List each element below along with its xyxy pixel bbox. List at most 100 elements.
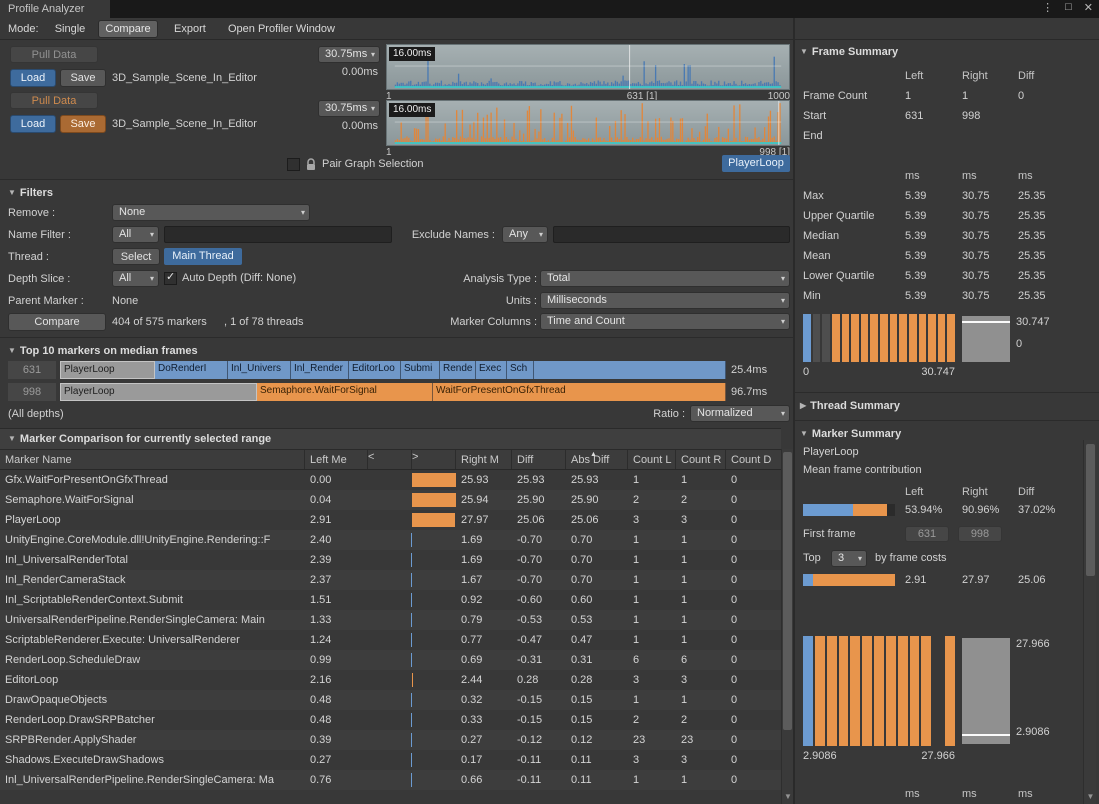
col-count-right[interactable]: Count R [676,450,726,469]
table-row[interactable]: RenderLoop.DrawSRPBatcher0.480.33-0.150.… [0,710,781,730]
table-row[interactable]: Shadows.ExecuteDrawShadows0.270.17-0.110… [0,750,781,770]
export-button[interactable]: Export [174,21,206,38]
first-frame-left-button[interactable]: 631 [905,526,949,542]
right-bigger-cell [412,710,456,730]
top10-segment[interactable]: Sch [507,361,534,379]
col-left-median[interactable]: Left Me [305,450,368,469]
left-scale-dropdown[interactable]: 30.75ms ▾ [318,46,380,63]
col-abs-diff[interactable]: ▲ Abs Diff [566,450,628,469]
top10-segment[interactable]: Exec [476,361,507,379]
right-panel-scrollbar-thumb[interactable] [1086,444,1095,576]
pull-data-right-button[interactable]: Pull Data [10,92,98,109]
top10-right-frame-number[interactable]: 998 [8,383,56,401]
top10-segment[interactable]: Submi [401,361,440,379]
thread-value-tag[interactable]: Main Thread [164,248,242,265]
col-count-diff[interactable]: Count D [726,450,780,469]
left-frames-graph[interactable]: 16.00ms [386,44,790,90]
top10-segment[interactable]: Rende [440,361,476,379]
first-frame-right-button[interactable]: 998 [958,526,1002,542]
col-left-bigger[interactable]: < [368,450,412,469]
table-row[interactable]: Inl_UniversalRenderPipeline.RenderSingle… [0,770,781,790]
table-row[interactable]: Inl_ScriptableRenderContext.Submit1.510.… [0,590,781,610]
marker-columns-dropdown[interactable]: Time and Count ▾ [540,313,790,330]
thread-select-button[interactable]: Select [112,248,160,265]
pull-data-left-button[interactable]: Pull Data [10,46,98,63]
col-count-left[interactable]: Count L [628,450,676,469]
table-row[interactable]: EditorLoop2.162.440.280.28330 [0,670,781,690]
auto-depth-checkbox[interactable]: ✓ [164,272,177,285]
right-panel-scrollbar[interactable]: ▼ [1083,440,1096,804]
ratio-dropdown[interactable]: Normalized ▾ [690,405,790,422]
open-profiler-window-button[interactable]: Open Profiler Window [228,21,335,38]
right-frames-graph[interactable]: 16.00ms [386,100,790,146]
top10-segment[interactable]: DoRenderI [155,361,228,379]
thread-summary-header[interactable]: ▶Thread Summary [800,398,900,414]
name-filter-input[interactable] [164,226,392,243]
top10-segment[interactable] [534,361,726,379]
table-row[interactable]: UniversalRenderPipeline.RenderSingleCame… [0,610,781,630]
count-right-cell: 1 [676,590,726,610]
load-right-button[interactable]: Load [10,115,56,133]
depth-mode-dropdown[interactable]: All ▾ [112,270,159,287]
top10-header[interactable]: ▼Top 10 markers on median frames [8,343,198,359]
lock-icon[interactable] [305,158,317,171]
table-row[interactable]: UnityEngine.CoreModule.dll!UnityEngine.R… [0,530,781,550]
selected-marker-tag[interactable]: PlayerLoop [722,155,790,172]
right-bigger-cell [412,630,456,650]
top10-segment[interactable]: WaitForPresentOnGfxThread [433,383,726,401]
col-diff[interactable]: Diff [512,450,566,469]
top10-segment[interactable]: EditorLoo [349,361,401,379]
compare-button[interactable]: Compare [8,313,106,331]
table-row[interactable]: Semaphore.WaitForSignal0.0425.9425.9025.… [0,490,781,510]
name-filter-mode-dropdown[interactable]: All ▾ [112,226,159,243]
load-left-button[interactable]: Load [10,69,56,87]
frame-summary-histogram[interactable] [803,314,955,362]
exclude-mode-dropdown[interactable]: Any ▾ [502,226,548,243]
count-right-cell: 1 [676,610,726,630]
save-right-button[interactable]: Save [60,115,106,133]
table-scrollbar-thumb[interactable] [783,452,792,730]
exclude-names-input[interactable] [553,226,790,243]
col-right-median[interactable]: Right M [456,450,512,469]
marker-summary-histogram[interactable] [803,636,955,746]
table-row[interactable]: SRPBRender.ApplyShader0.390.27-0.120.122… [0,730,781,750]
comparison-header[interactable]: ▼Marker Comparison for currently selecte… [8,431,271,447]
top10-segment[interactable]: Inl_Render [291,361,349,379]
save-left-button[interactable]: Save [60,69,106,87]
remove-dropdown[interactable]: None ▾ [112,204,310,221]
table-row[interactable]: Gfx.WaitForPresentOnGfxThread0.0025.9325… [0,470,781,490]
summary-right-value: 998 [962,106,980,126]
count-left-cell: 1 [628,570,676,590]
top10-segment[interactable]: PlayerLoop [60,361,155,379]
table-row[interactable]: PlayerLoop2.9127.9725.0625.06330 [0,510,781,530]
divider [0,337,793,338]
table-row[interactable]: ScriptableRenderer.Execute: UniversalRen… [0,630,781,650]
tab-compare[interactable]: Compare [98,20,158,38]
table-row[interactable]: DrawOpaqueObjects0.480.32-0.150.15110 [0,690,781,710]
top10-segment[interactable]: Semaphore.WaitForSignal [257,383,433,401]
filters-header[interactable]: ▼Filters [8,185,53,201]
table-row[interactable]: Inl_UniversalRenderTotal2.391.69-0.700.7… [0,550,781,570]
frame-summary-header[interactable]: ▼Frame Summary [800,44,898,60]
units-dropdown[interactable]: Milliseconds ▾ [540,292,790,309]
scroll-down-icon[interactable]: ▼ [1084,792,1097,802]
first-frame-row: First frame 631 998 [803,524,1091,544]
tab-single[interactable]: Single [48,21,92,38]
table-row[interactable]: RenderLoop.ScheduleDraw0.990.69-0.310.31… [0,650,781,670]
histogram-bar [947,314,955,362]
col-right-bigger[interactable]: > [412,450,456,469]
right-scale-dropdown[interactable]: 30.75ms ▾ [318,100,380,117]
top-n-dropdown[interactable]: 3 ▾ [831,550,867,567]
pair-graph-checkbox[interactable] [287,158,300,171]
top10-segment[interactable]: PlayerLoop [60,383,257,401]
marker-summary-header[interactable]: ▼Marker Summary [800,426,901,442]
left-bigger-cell [368,650,412,670]
table-row[interactable]: Inl_RenderCameraStack2.371.67-0.700.7011… [0,570,781,590]
count-diff-cell: 0 [726,670,780,690]
analysis-type-dropdown[interactable]: Total ▾ [540,270,790,287]
top10-left-frame-number[interactable]: 631 [8,361,56,379]
top10-segment[interactable]: Inl_Univers [228,361,291,379]
col-marker-name[interactable]: Marker Name [0,450,305,469]
window-tab[interactable]: Profile Analyzer [0,0,110,18]
table-scrollbar[interactable]: ▼ [781,449,793,804]
